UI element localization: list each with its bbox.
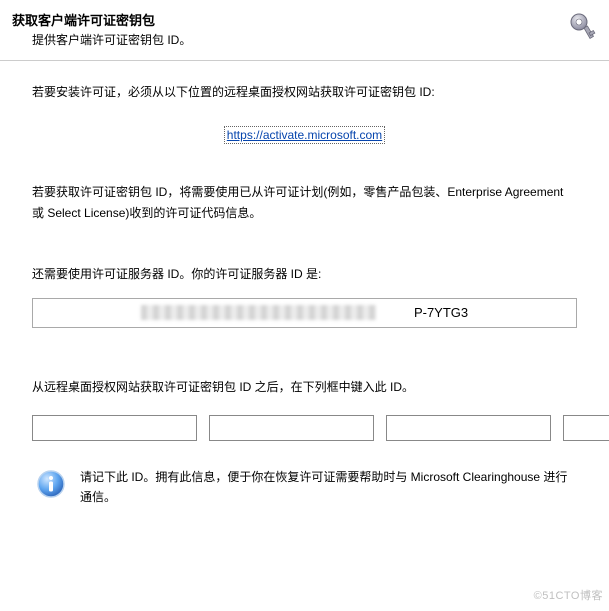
install-instruction: 若要安装许可证，必须从以下位置的远程桌面授权网站获取许可证密钥包 ID: bbox=[32, 83, 577, 102]
watermark: ©51CTO博客 bbox=[534, 587, 603, 603]
note-row: 请记下此 ID。拥有此信息，便于你在恢复许可证需要帮助时与 Microsoft … bbox=[32, 467, 577, 508]
page-title: 获取客户端许可证密钥包 bbox=[12, 10, 597, 29]
activation-link[interactable]: https://activate.microsoft.com bbox=[224, 126, 385, 144]
keypack-input-4[interactable] bbox=[563, 415, 609, 441]
server-id-field: XXXXX-XXXXX-XXXXX-XXXXX-XXXXX-XXXXP-7YTG… bbox=[32, 298, 577, 328]
keypack-id-inputs bbox=[32, 415, 577, 441]
wizard-header: 获取客户端许可证密钥包 提供客户端许可证密钥包 ID。 bbox=[0, 0, 609, 56]
page-subtitle: 提供客户端许可证密钥包 ID。 bbox=[32, 31, 597, 48]
keypack-input-2[interactable] bbox=[209, 415, 374, 441]
info-icon bbox=[36, 469, 66, 502]
server-id-value: XXXXX-XXXXX-XXXXX-XXXXX-XXXXX-XXXXP-7YTG… bbox=[141, 305, 468, 320]
wizard-content: 若要安装许可证，必须从以下位置的远程桌面授权网站获取许可证密钥包 ID: htt… bbox=[0, 61, 609, 508]
server-key-icon bbox=[565, 8, 601, 44]
server-id-label: 还需要使用许可证服务器 ID。你的许可证服务器 ID 是: bbox=[32, 265, 577, 282]
keypack-input-1[interactable] bbox=[32, 415, 197, 441]
enter-instruction: 从远程桌面授权网站获取许可证密钥包 ID 之后，在下列框中键入此 ID。 bbox=[32, 378, 577, 395]
keypack-input-3[interactable] bbox=[386, 415, 551, 441]
obtain-instruction: 若要获取许可证密钥包 ID，将需要使用已从许可证计划(例如，零售产品包装、Ent… bbox=[32, 182, 577, 223]
note-text: 请记下此 ID。拥有此信息，便于你在恢复许可证需要帮助时与 Microsoft … bbox=[80, 467, 577, 508]
server-id-redacted bbox=[141, 305, 377, 320]
activation-link-row: https://activate.microsoft.com bbox=[32, 128, 577, 142]
